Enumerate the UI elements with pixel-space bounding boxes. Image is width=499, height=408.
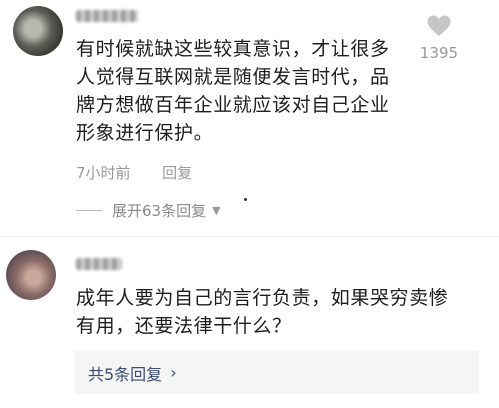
comment-text-line: 形象进行保护。 [76, 122, 214, 144]
divider [0, 236, 499, 237]
chevron-right-icon: › [170, 363, 177, 382]
like-button[interactable]: 1395 [409, 14, 469, 62]
avatar[interactable] [13, 6, 63, 56]
reply-button[interactable]: 回复 [162, 164, 192, 182]
heart-icon [427, 15, 451, 36]
username-blurred[interactable] [76, 10, 138, 22]
comment-text-line: 成年人要为自己的言行负责，如果哭穷卖惨 [76, 287, 449, 309]
comment-time: 7小时前 [76, 164, 131, 182]
comment-text-line: 有用，还要法律干什么？ [76, 315, 292, 337]
comment-text-line: 有时候就缺这些较真意识，才让很多 [76, 38, 390, 60]
caret-down-icon: ▼ [212, 204, 221, 217]
divider-dash [76, 210, 102, 211]
avatar[interactable] [6, 250, 56, 300]
expand-replies-label: 展开63条回复 [112, 202, 207, 220]
replies-count-label: 共5条回复 [88, 364, 163, 384]
comment-text: 成年人要为自己的言行负责，如果哭穷卖惨 有用，还要法律干什么？ [76, 284, 448, 340]
comment-text: 有时候就缺这些较真意识，才让很多 人觉得互联网就是随便发言时代，品 牌方想做百年… [76, 35, 390, 147]
view-replies-button[interactable]: 共5条回复 › [74, 351, 479, 394]
comment-meta: 7小时前 回复 [76, 162, 192, 183]
like-count: 1395 [419, 44, 459, 62]
expand-replies[interactable]: 展开63条回复 ▼ [76, 200, 221, 221]
comment-text-line: 牌方想做百年企业就应该对自己企业 [76, 94, 390, 116]
comment-text-line: 人觉得互联网就是随便发言时代，品 [76, 66, 390, 88]
username-blurred[interactable] [76, 258, 122, 270]
dot [244, 198, 247, 201]
